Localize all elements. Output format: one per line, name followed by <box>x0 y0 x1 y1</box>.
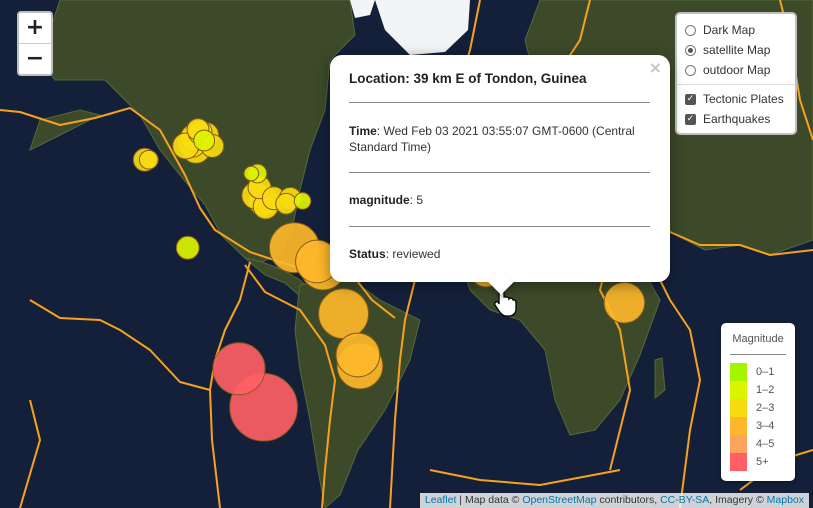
legend-label: 2–3 <box>756 402 775 414</box>
legend-item: 4–5 <box>730 435 774 453</box>
legend-swatch <box>730 399 747 417</box>
radio-icon[interactable] <box>685 24 696 36</box>
time-label: Time <box>349 124 377 138</box>
legend-label: 3–4 <box>756 420 775 432</box>
popup-title: Location: 39 km E of Tondon, Guinea <box>349 71 587 86</box>
base-layer-dark[interactable]: Dark Map <box>677 20 795 40</box>
overlay-label: Earthquakes <box>703 112 771 126</box>
legend-swatch <box>730 417 747 435</box>
legend-swatch <box>730 435 747 453</box>
checkbox-checked-icon[interactable]: ✓ <box>685 93 696 105</box>
legend-item: 2–3 <box>730 399 774 417</box>
legend-label: 1–2 <box>756 384 775 396</box>
popup-close-button[interactable]: × <box>649 58 662 77</box>
license-link[interactable]: CC-BY-SA <box>660 494 709 506</box>
layer-control: Dark Map satellite Map outdoor Map ✓ Tec… <box>675 12 797 135</box>
base-layer-label: Dark Map <box>703 23 756 37</box>
overlay-label: Tectonic Plates <box>703 92 784 106</box>
popup-divider <box>349 226 650 227</box>
earthquake-marker[interactable] <box>335 332 381 378</box>
layer-separator <box>677 84 795 85</box>
earthquake-marker[interactable] <box>603 281 646 324</box>
legend-swatch <box>730 363 747 381</box>
attribution-text: , Imagery © <box>709 494 767 506</box>
legend-swatch <box>730 381 747 399</box>
legend-swatch <box>730 453 747 471</box>
map-attribution: Leaflet | Map data © OpenStreetMap contr… <box>419 493 809 508</box>
earthquake-marker[interactable] <box>293 192 312 210</box>
earthquake-popup: × Location: 39 km E of Tondon, Guinea Ti… <box>330 55 670 295</box>
earthquake-marker[interactable] <box>175 235 200 260</box>
checkbox-checked-icon[interactable]: ✓ <box>685 113 696 125</box>
legend-item: 1–2 <box>730 381 774 399</box>
legend-label: 5+ <box>756 456 769 468</box>
status-label: Status <box>349 247 386 261</box>
radio-selected-icon[interactable] <box>685 44 696 56</box>
earthquake-marker[interactable] <box>318 288 370 340</box>
zoom-control: + − <box>17 11 53 76</box>
base-layer-label: satellite Map <box>703 43 771 57</box>
legend-divider <box>730 354 786 355</box>
magnitude-value: : 5 <box>409 193 424 207</box>
base-layer-outdoor[interactable]: outdoor Map <box>677 60 795 80</box>
earthquake-marker[interactable] <box>193 129 216 152</box>
overlay-earthquakes[interactable]: ✓ Earthquakes <box>677 109 795 129</box>
earthquake-marker[interactable] <box>212 342 266 396</box>
overlay-tectonic-plates[interactable]: ✓ Tectonic Plates <box>677 89 795 109</box>
status-value: : reviewed <box>385 247 441 261</box>
popup-divider <box>349 102 650 103</box>
magnitude-legend: Magnitude 0–1 1–2 2–3 3–4 4–5 5+ <box>721 323 795 481</box>
radio-icon[interactable] <box>685 64 696 76</box>
legend-label: 4–5 <box>756 438 775 450</box>
zoom-in-button[interactable]: + <box>19 13 51 43</box>
magnitude-label: magnitude <box>349 193 410 207</box>
popup-divider <box>349 172 650 173</box>
attribution-text: contributors, <box>596 494 661 506</box>
zoom-out-button[interactable]: − <box>19 43 51 74</box>
leaflet-link[interactable]: Leaflet <box>425 494 457 506</box>
base-layer-label: outdoor Map <box>703 63 771 77</box>
popup-magnitude: magnitude: 5 <box>349 192 649 208</box>
time-value: : Wed Feb 03 2021 03:55:07 GMT-0600 (Cen… <box>349 124 635 154</box>
openstreetmap-link[interactable]: OpenStreetMap <box>522 494 596 506</box>
earthquake-marker[interactable] <box>275 192 298 215</box>
legend-item: 3–4 <box>730 417 774 435</box>
base-layer-satellite[interactable]: satellite Map <box>677 40 795 60</box>
earthquake-marker[interactable] <box>138 149 159 170</box>
legend-item: 5+ <box>730 453 769 471</box>
popup-status: Status: reviewed <box>349 246 649 262</box>
legend-item: 0–1 <box>730 363 774 381</box>
earthquake-marker[interactable] <box>243 165 260 182</box>
attribution-text: | Map data © <box>456 494 523 506</box>
mapbox-link[interactable]: Mapbox <box>767 494 804 506</box>
popup-time: Time: Wed Feb 03 2021 03:55:07 GMT-0600 … <box>349 123 649 155</box>
legend-title: Magnitude <box>732 333 784 345</box>
legend-label: 0–1 <box>756 366 775 378</box>
